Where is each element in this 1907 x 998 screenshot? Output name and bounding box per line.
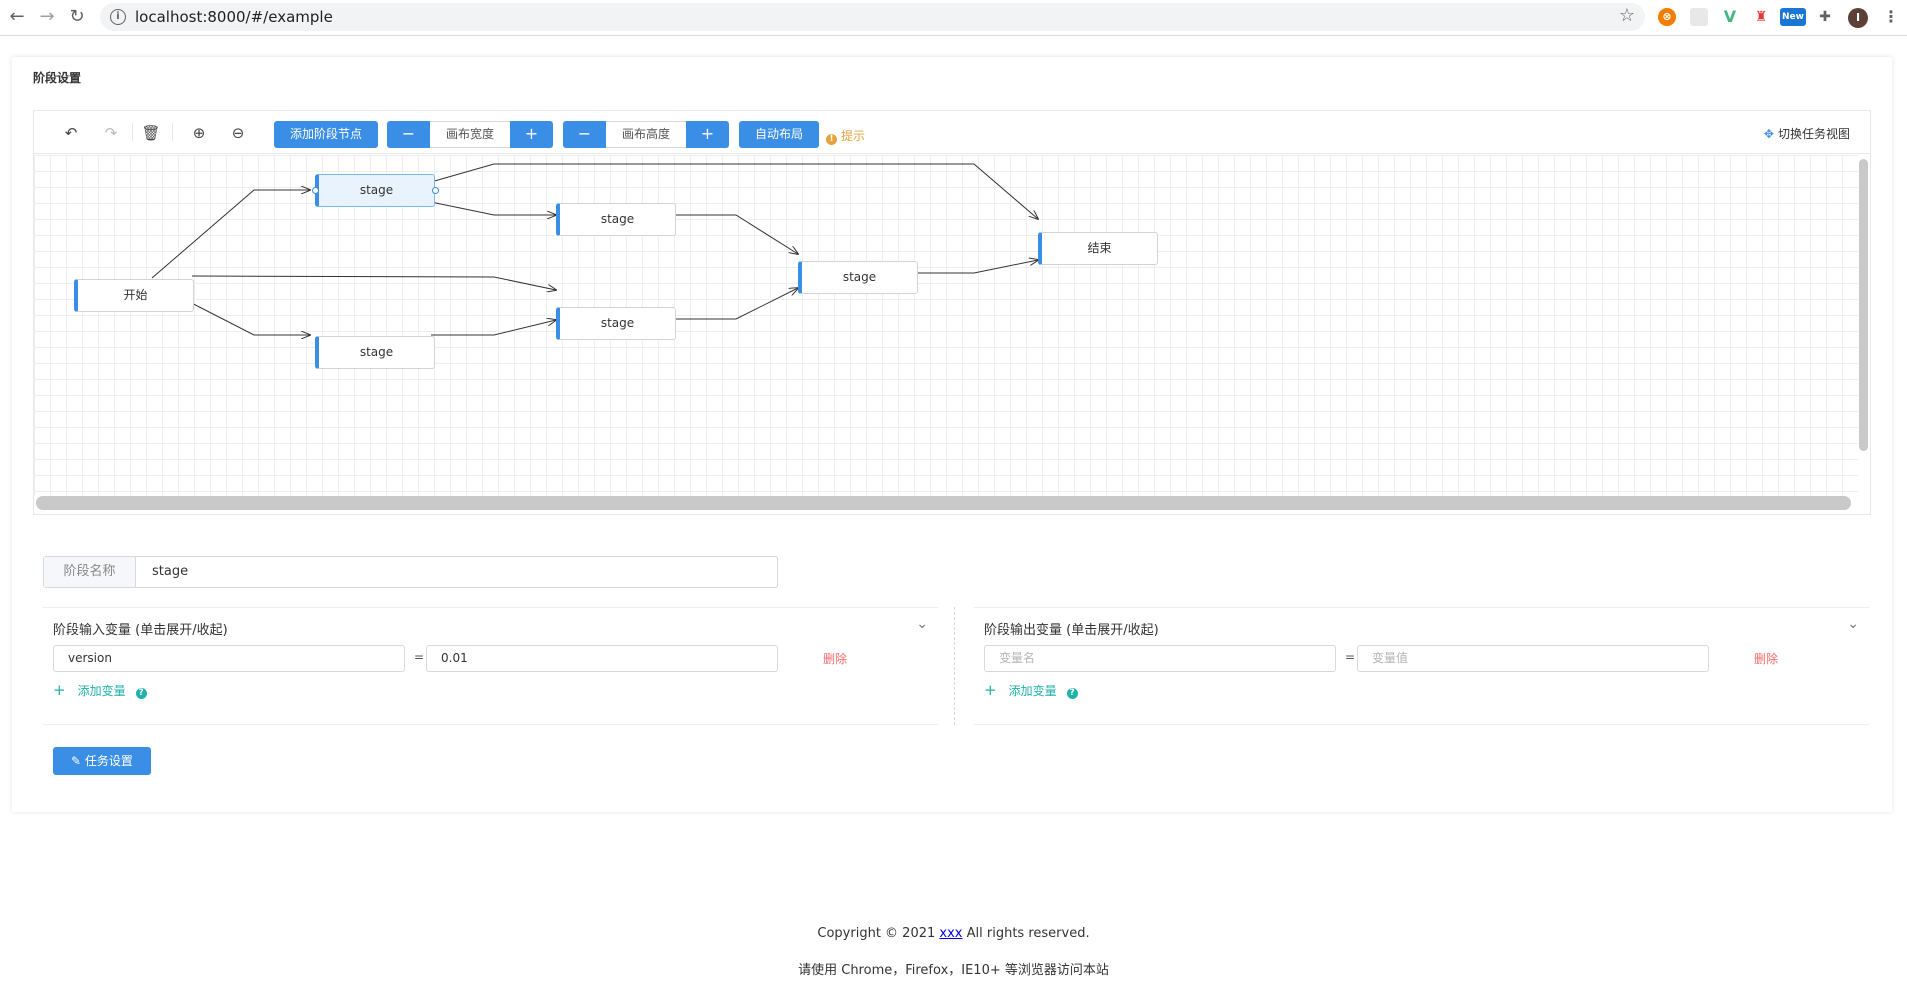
copyright-suffix: All rights reserved. — [962, 926, 1090, 941]
edges-layer — [151, 163, 1858, 496]
output-add-variable-button[interactable]: + 添加变量? — [984, 681, 1078, 699]
canvas-width-decrease-button[interactable]: − — [387, 121, 430, 148]
stage-name-input[interactable]: stage — [152, 557, 188, 587]
flow-canvas[interactable]: 开始 stage stage stage stage stage 结束 — [34, 155, 1858, 496]
extension-icon-1[interactable]: ⊗ — [1658, 8, 1676, 26]
copyright-footer: Copyright © 2021 xxx All rights reserved… — [0, 926, 1907, 941]
info-icon[interactable]: i — [110, 9, 126, 25]
reload-icon[interactable]: ↻ — [66, 6, 88, 28]
profile-avatar[interactable]: I — [1848, 8, 1868, 28]
canvas-height-increase-button[interactable]: + — [686, 121, 729, 148]
edge-stage1-to-stage2 — [430, 201, 556, 215]
warning-info-icon: ! — [826, 134, 837, 145]
stage-settings-card: 阶段设置 ↶ ↷ 🗑 ⊕ ⊖ 添加阶段节点 − 画布宽度 + − 画布高度 + … — [12, 57, 1892, 812]
edge-start-to-stage3 — [191, 275, 556, 290]
flow-node-end[interactable]: 结束 — [1038, 232, 1158, 265]
copyright-prefix: Copyright © 2021 — [817, 926, 940, 941]
edit-pencil-icon: ✎ — [71, 754, 85, 768]
plus-icon: + — [984, 681, 997, 699]
help-question-icon[interactable]: ? — [1066, 688, 1078, 699]
flow-node-stage-4[interactable]: stage — [315, 336, 435, 369]
vue-devtools-icon[interactable]: V — [1721, 8, 1739, 26]
canvas-width-label: 画布宽度 — [430, 121, 510, 148]
canvas-width-increase-button[interactable]: + — [510, 121, 553, 148]
input-panel-title[interactable]: 阶段输入变量 (单击展开/收起) — [53, 619, 228, 638]
switch-task-view-button[interactable]: ✥ 切换任务视图 — [1764, 125, 1850, 142]
chevron-down-icon[interactable]: ⌄ — [916, 616, 928, 632]
toolbar-divider — [172, 123, 173, 141]
switch-task-view-label: 切换任务视图 — [1777, 127, 1850, 141]
add-variable-label: 添加变量 — [1008, 684, 1057, 698]
zoom-out-icon[interactable]: ⊖ — [228, 123, 248, 143]
add-stage-node-button[interactable]: 添加阶段节点 — [274, 121, 378, 148]
plus-icon: + — [53, 681, 66, 699]
add-variable-label: 添加变量 — [77, 684, 126, 698]
output-var-name-field[interactable]: 变量名 — [984, 645, 1336, 672]
stage-output-variables-panel: 阶段输出变量 (单击展开/收起) ⌄ 变量名 = 变量值 删除 + 添加变量? — [974, 607, 1869, 725]
canvas-height-label: 画布高度 — [606, 121, 686, 148]
zoom-in-icon[interactable]: ⊕ — [189, 123, 209, 143]
edge-stage1-to-end — [430, 163, 1038, 219]
task-settings-label: 任务设置 — [84, 754, 133, 768]
flow-editor: ↶ ↷ 🗑 ⊕ ⊖ 添加阶段节点 − 画布宽度 + − 画布高度 + 自动布局 … — [33, 110, 1871, 515]
editor-toolbar: ↶ ↷ 🗑 ⊕ ⊖ 添加阶段节点 − 画布宽度 + − 画布高度 + 自动布局 … — [34, 111, 1870, 154]
flow-node-stage-3[interactable]: stage — [556, 307, 676, 340]
browser-toolbar: ← → ↻ i localhost:8000/#/example ☆ ⊗ V ♜… — [0, 0, 1907, 36]
flow-node-stage-2[interactable]: stage — [556, 203, 676, 236]
move-cross-icon: ✥ — [1763, 127, 1774, 141]
extension-icon-4[interactable]: ♜ — [1752, 8, 1770, 26]
output-var-delete-button[interactable]: 删除 — [1754, 650, 1778, 667]
edge-start-to-stage1 — [151, 190, 310, 279]
flow-node-stage-5[interactable]: stage — [798, 261, 918, 294]
delete-icon[interactable]: 🗑 — [141, 123, 161, 143]
page-title: 阶段设置 — [33, 71, 82, 85]
undo-icon[interactable]: ↶ — [61, 123, 81, 143]
node-anchor-left[interactable] — [312, 187, 319, 194]
task-settings-button[interactable]: ✎ 任务设置 — [53, 747, 151, 775]
flow-node-start[interactable]: 开始 — [74, 279, 194, 312]
redo-icon[interactable]: ↷ — [101, 123, 121, 143]
panel-divider — [954, 607, 955, 725]
forward-arrow-icon[interactable]: → — [36, 6, 58, 28]
vertical-scrollbar[interactable] — [1859, 159, 1868, 451]
bookmark-star-icon[interactable]: ☆ — [1619, 5, 1635, 26]
input-var-delete-button[interactable]: 删除 — [823, 650, 847, 667]
auto-layout-button[interactable]: 自动布局 — [739, 121, 819, 148]
browser-support-note: 请使用 Chrome，Firefox，IE10+ 等浏览器访问本站 — [798, 963, 1109, 978]
puzzle-extensions-icon[interactable]: ✚ — [1816, 8, 1834, 26]
url-text[interactable]: localhost:8000/#/example — [135, 8, 333, 26]
node-anchor-right[interactable] — [432, 187, 439, 194]
stage-name-field[interactable]: 阶段名称 stage — [43, 556, 778, 588]
hint-link[interactable]: ! 提示 — [826, 127, 865, 145]
address-bar[interactable]: i localhost:8000/#/example ☆ — [100, 3, 1645, 31]
output-panel-title[interactable]: 阶段输出变量 (单击展开/收起) — [984, 619, 1159, 638]
toolbar-divider — [132, 123, 133, 141]
browser-menu-icon[interactable]: ⋮ — [1882, 8, 1900, 26]
chevron-down-icon[interactable]: ⌄ — [1847, 616, 1859, 632]
stage-name-label: 阶段名称 — [44, 557, 136, 587]
copyright-link[interactable]: xxx — [939, 926, 962, 941]
canvas-height-decrease-button[interactable]: − — [563, 121, 606, 148]
input-add-variable-button[interactable]: + 添加变量? — [53, 681, 147, 699]
extension-icon-2[interactable] — [1690, 8, 1708, 26]
output-var-value-field[interactable]: 变量值 — [1357, 645, 1709, 672]
flow-node-stage-1[interactable]: stage — [315, 174, 435, 207]
edge-stage4-to-stage3 — [431, 320, 556, 336]
input-var-name-field[interactable]: version — [53, 645, 405, 672]
edge-stage2-to-stage5 — [675, 214, 798, 254]
edge-stage5-to-end — [916, 260, 1038, 274]
hint-label: 提示 — [841, 129, 866, 143]
horizontal-scrollbar[interactable] — [36, 496, 1851, 510]
equals-sign: = — [1345, 650, 1356, 664]
back-arrow-icon[interactable]: ← — [6, 6, 28, 28]
input-var-value-field[interactable]: 0.01 — [426, 645, 778, 672]
edge-stage3-to-stage5 — [675, 288, 798, 320]
new-badge-extension-icon[interactable]: New — [1780, 8, 1806, 26]
equals-sign: = — [414, 650, 425, 664]
help-question-icon[interactable]: ? — [135, 688, 147, 699]
stage-input-variables-panel: 阶段输入变量 (单击展开/收起) ⌄ version = 0.01 删除 + 添加… — [43, 607, 938, 725]
